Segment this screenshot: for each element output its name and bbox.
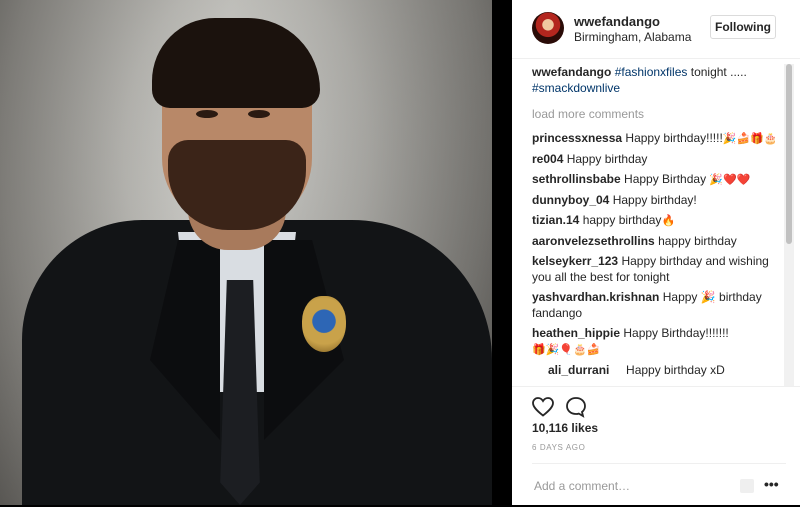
comment-item: re004 Happy birthday [532,151,784,167]
caption-text: tonight ..... [687,65,747,79]
comment-list[interactable]: wwefandango #fashionxfiles tonight .....… [532,64,784,386]
comment-item: dunnyboy_04 Happy birthday! [532,192,784,208]
comment-text: Happy birthday! [612,193,697,207]
person-eye-left [196,110,218,118]
load-more-comments-link[interactable]: load more comments [532,106,784,122]
post-actions: 10,116 likes 6 DAYS AGO ••• [512,386,800,507]
following-button[interactable]: Following [710,15,776,39]
comment-emoji: 🔥 [661,215,676,227]
comment-item: sethrollinsbabe Happy Birthday 🎉❤️❤️ [532,171,784,188]
post-photo[interactable] [0,0,500,505]
comment-username[interactable]: princessxnessa [532,131,622,145]
comment-text: Happy Birthday [624,172,707,186]
comment-emoji: 🎁🎉🎈🎂🍰 [532,344,601,356]
comment-text: happy birthday [582,213,662,227]
comment-item: kelseykerr_123 Happy birthday and wishin… [532,253,784,285]
comment-item: ali_durrani Happy birthday xD [532,362,784,378]
scrollbar-thumb[interactable] [786,64,792,244]
likes-count[interactable]: 10,116 likes [532,421,598,435]
image-placeholder-icon [740,479,754,493]
caption-hashtag-smackdownlive[interactable]: #smackdownlive [532,81,620,95]
comment-emoji: 🎉🍰🎁🎂 [722,133,778,145]
comment-emoji: 🎉❤️❤️ [709,174,751,186]
add-comment-input[interactable] [532,476,726,496]
caption-hashtag-fashionxfiles[interactable]: #fashionxfiles [615,65,688,79]
caption-username[interactable]: wwefandango [532,65,611,79]
caption: wwefandango #fashionxfiles tonight .....… [532,64,784,96]
post-username[interactable]: wwefandango [574,14,660,29]
comments-scrollbar[interactable] [784,64,794,386]
comment-username[interactable]: kelseykerr_123 [532,254,618,268]
comment-username[interactable]: ali_durrani [548,363,609,377]
comment-username[interactable]: dunnyboy_04 [532,193,609,207]
comment-item: yashvardhan.krishnan Happy 🎉 birthday fa… [532,289,784,321]
person-eye-right [248,110,270,118]
comment-username[interactable]: aaronvelezsethrollins [532,234,655,248]
comment-item: heathen_hippie Happy Birthday!!!!!!! 🎁🎉🎈🎂… [532,325,784,358]
post-timestamp[interactable]: 6 DAYS AGO [532,443,585,452]
post-side-panel: wwefandango Birmingham, Alabama Followin… [512,0,800,505]
comment-text: happy birthday [658,234,737,248]
comment-username[interactable]: heathen_hippie [532,326,620,340]
add-comment-bar: ••• [532,463,786,504]
comment-text: Happy Birthday!!!!!!! [623,326,729,340]
comment-item: aaronvelezsethrollins happy birthday [532,233,784,249]
more-options-icon[interactable]: ••• [764,476,779,492]
comment-item: princessxnessa Happy birthday!!!!!🎉🍰🎁🎂 [532,130,784,147]
post-location[interactable]: Birmingham, Alabama [574,30,691,44]
comment-username[interactable]: tizian.14 [532,213,579,227]
comment-icon[interactable] [564,395,588,419]
comment-text: Happy birthday [566,152,648,166]
comment-text: Happy birthday xD [626,363,725,377]
heart-icon[interactable] [531,395,555,419]
post-header: wwefandango Birmingham, Alabama Followin… [512,0,800,59]
badge-pin [302,296,346,352]
photo-border [492,0,500,505]
comment-username[interactable]: re004 [532,152,563,166]
avatar[interactable] [532,12,564,44]
comment-username[interactable]: yashvardhan.krishnan [532,290,659,304]
comment-text: Happy birthday!!!!! [625,131,723,145]
photo-background [0,0,492,505]
comment-username[interactable]: sethrollinsbabe [532,172,621,186]
comment-item: tizian.14 happy birthday🔥 [532,212,784,229]
